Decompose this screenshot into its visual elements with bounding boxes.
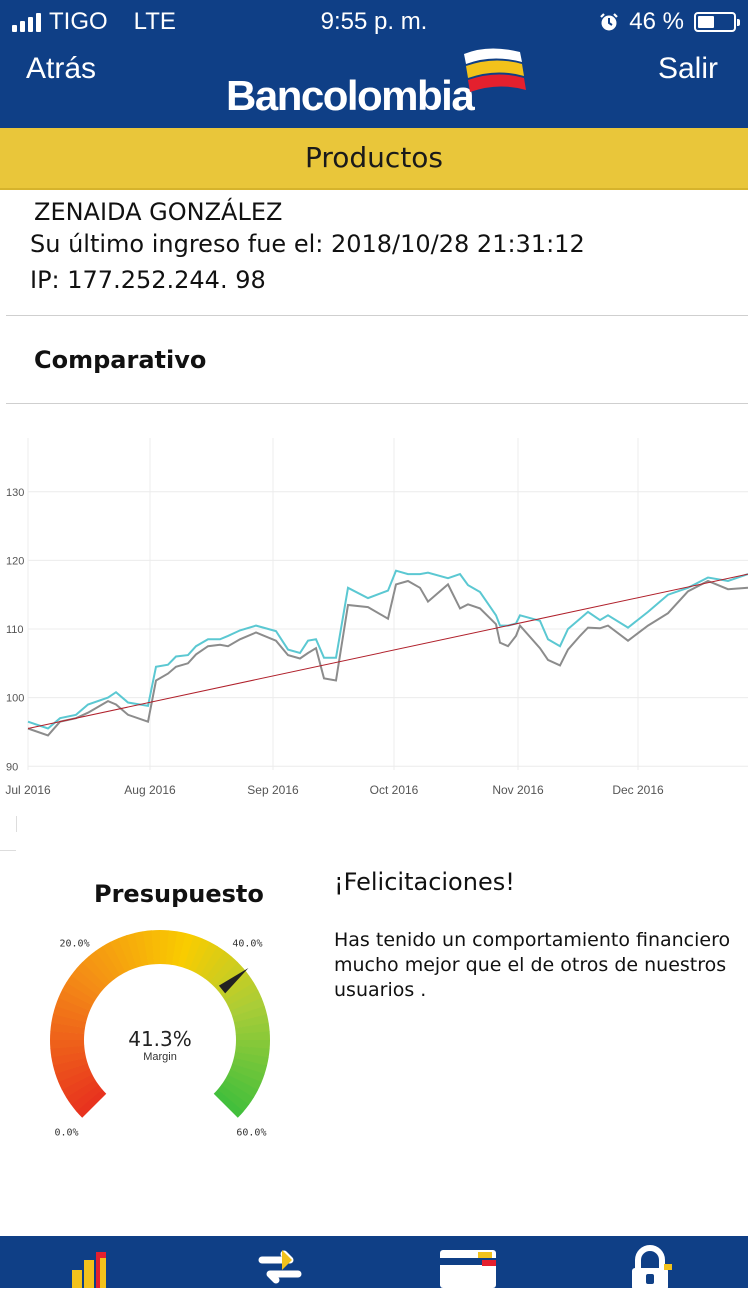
budget-gauge: 41.3%Margin 0.0% 20.0% 40.0% 60.0%	[50, 930, 270, 1138]
exit-button[interactable]: Salir	[658, 52, 718, 86]
brand-logo: Bancolombia	[226, 48, 526, 124]
bancolombia-logo-icon	[464, 48, 526, 92]
security-tab[interactable]	[610, 1236, 690, 1290]
congrats-title: ¡Felicitaciones!	[334, 868, 515, 896]
battery-percent: 46 %	[629, 8, 684, 35]
battery-icon	[694, 12, 740, 32]
chart-y-tick: 120	[6, 555, 24, 567]
gauge-sub-label: Margin	[143, 1051, 177, 1063]
chart-x-tick: Jul 2016	[5, 783, 51, 797]
gauge-tick-label: 40.0%	[232, 939, 262, 950]
alarm-icon	[600, 13, 619, 31]
chart-x-tick: Aug 2016	[124, 783, 176, 797]
divider	[6, 315, 748, 316]
comparativo-title: Comparativo	[34, 346, 207, 374]
divider	[0, 850, 16, 851]
security-lock-icon	[632, 1245, 672, 1290]
divider	[6, 403, 748, 404]
payments-tab[interactable]	[430, 1236, 510, 1288]
products-tab[interactable]	[54, 1236, 134, 1288]
bottom-nav	[0, 1236, 748, 1290]
gauge-tick-label: 20.0%	[60, 939, 90, 950]
budget-title: Presupuesto	[94, 880, 264, 908]
section-title: Productos	[0, 128, 748, 190]
chart-series-line	[27, 573, 748, 729]
app-header: TIGO LTE 9:55 p. m. 46 % Atrás Bancolomb…	[0, 0, 748, 128]
user-name: ZENAIDA GONZÁLEZ	[34, 198, 283, 226]
chart-x-tick: Oct 2016	[370, 783, 419, 797]
brand-name: Bancolombia	[226, 72, 475, 119]
status-bar: TIGO LTE 9:55 p. m. 46 %	[0, 6, 748, 38]
status-right: 46 %	[599, 8, 740, 36]
last-login: Su último ingreso fue el: 2018/10/28 21:…	[30, 230, 585, 258]
transfer-icon	[258, 1250, 302, 1284]
products-icon	[72, 1252, 106, 1288]
chart-y-tick: 130	[6, 487, 24, 499]
gauge-value: 41.3%	[128, 1027, 192, 1051]
divider	[16, 816, 17, 832]
chart-x-tick: Nov 2016	[492, 783, 544, 797]
gauge-tick-label: 60.0%	[236, 1127, 266, 1138]
chart-y-tick: 110	[6, 624, 24, 636]
transfer-tab[interactable]	[240, 1236, 320, 1288]
chart-x-tick: Sep 2016	[247, 783, 299, 797]
gauge-tick-label: 0.0%	[55, 1127, 79, 1138]
chart-series-line	[27, 579, 748, 737]
ip-address: IP: 177.252.244. 98	[30, 266, 266, 294]
comparativo-chart: 90 100 110 120 130 Jul 2016 Aug 2016 Sep 2016 Oc…	[5, 438, 748, 797]
chart-x-tick: Dec 2016	[612, 783, 664, 797]
payments-icon	[440, 1250, 496, 1288]
chart-y-tick: 100	[6, 693, 24, 705]
chart-y-tick: 90	[6, 761, 18, 773]
back-button[interactable]: Atrás	[26, 52, 96, 86]
congrats-text: Has tenido un comportamiento financiero …	[334, 929, 731, 1001]
